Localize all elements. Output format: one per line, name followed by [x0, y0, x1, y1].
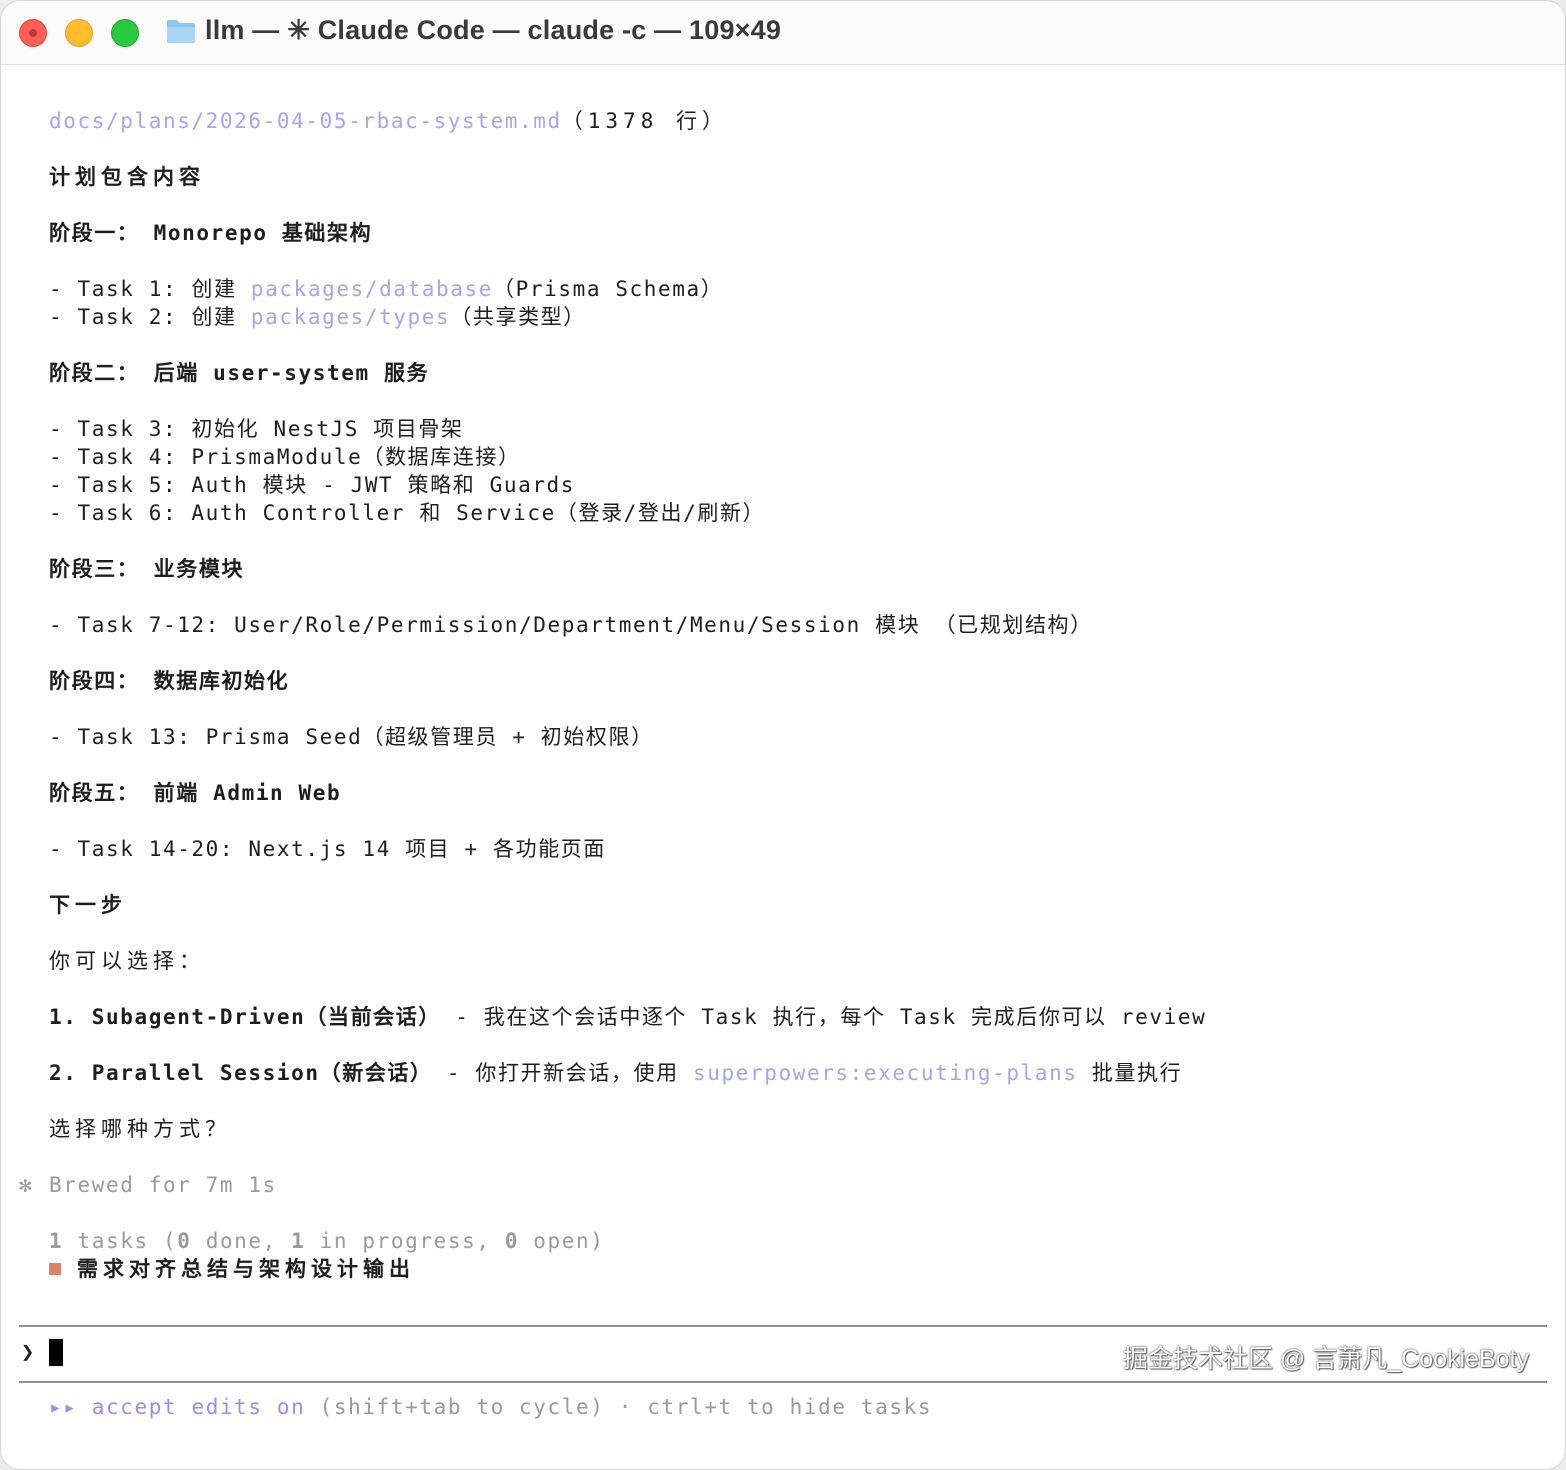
- option-2-label: 2. Parallel Session（新会话）: [49, 1061, 433, 1085]
- task-1-suffix: （Prisma Schema）: [493, 277, 724, 301]
- choose-text: 你可以选择：: [49, 949, 205, 973]
- task-1-path[interactable]: packages/database: [251, 277, 493, 301]
- title-bar[interactable]: llm — ✳ Claude Code — claude -c — 109×49: [1, 1, 1565, 65]
- task-4-line: - Task 4: PrismaModule（数据库连接）: [49, 445, 521, 469]
- option-2-skill-link[interactable]: superpowers:executing-plans: [693, 1061, 1078, 1085]
- phase1-heading: 阶段一： Monorepo 基础架构: [49, 221, 373, 245]
- task-3-line: - Task 3: 初始化 NestJS 项目骨架: [49, 417, 464, 441]
- terminal-window: llm — ✳ Claude Code — claude -c — 109×49…: [0, 0, 1566, 1470]
- input-bottom-divider: [19, 1381, 1547, 1383]
- question-text: 选择哪种方式？: [49, 1117, 231, 1141]
- watermark: 掘金技术社区 @ 言萧凡_CookieBoty: [1122, 1345, 1529, 1373]
- done-label: done,: [191, 1229, 292, 1253]
- current-task-item: 需求对齐总结与架构设计输出: [49, 1255, 415, 1283]
- current-task-label: 需求对齐总结与架构设计输出: [77, 1257, 415, 1281]
- progress-label: in progress,: [305, 1229, 505, 1253]
- phase5-heading: 阶段五： 前端 Admin Web: [49, 781, 342, 805]
- mode-hint: (shift+tab to cycle) · ctrl+t to hide ta…: [305, 1395, 933, 1419]
- file-line-count: （1378 行）: [561, 109, 728, 133]
- file-path-link[interactable]: docs/plans/2026-04-05-rbac-system.md: [49, 109, 562, 133]
- task-14-20-line: - Task 14-20: Next.js 14 项目 + 各功能页面: [49, 837, 607, 861]
- file-line: docs/plans/2026-04-05-rbac-system.md（137…: [49, 107, 728, 135]
- task-6-line: - Task 6: Auth Controller 和 Service（登录/登…: [49, 501, 766, 525]
- open-label: open): [519, 1229, 605, 1253]
- task-1-text: - Task 1: 创建: [49, 277, 251, 301]
- close-button[interactable]: [19, 19, 47, 47]
- option-1-line: 1. Subagent-Driven（当前会话） - 我在这个会话中逐个 Tas…: [49, 1003, 1206, 1031]
- option-2-description: - 你打开新会话，使用: [432, 1061, 693, 1085]
- window-title: llm — ✳ Claude Code — claude -c — 109×49: [205, 15, 782, 45]
- spinner-icon: ✻: [19, 1173, 32, 1197]
- option-2-line: 2. Parallel Session（新会话） - 你打开新会话，使用 sup…: [49, 1059, 1182, 1087]
- prompt-caret-icon: ❯: [21, 1340, 35, 1365]
- brewed-status: Brewed for 7m 1s: [49, 1173, 277, 1197]
- open-count: 0: [504, 1229, 520, 1253]
- mode-status[interactable]: ▸▸ accept edits on (shift+tab to cycle) …: [49, 1395, 932, 1419]
- phase3-heading: 阶段三： 业务模块: [49, 557, 245, 581]
- tasks-count: 1: [49, 1229, 64, 1253]
- mode-label: accept edits on: [91, 1395, 306, 1419]
- option-2-end: 批量执行: [1077, 1061, 1183, 1085]
- phase4-heading: 阶段四： 数据库初始化: [49, 669, 290, 693]
- text-cursor[interactable]: [49, 1339, 63, 1366]
- next-step-heading: 下一步: [49, 893, 127, 917]
- progress-count: 1: [291, 1229, 306, 1253]
- in-progress-square-icon: [49, 1263, 61, 1275]
- fast-forward-icon: ▸▸: [49, 1395, 78, 1419]
- terminal-output: docs/plans/2026-04-05-rbac-system.md（137…: [1, 65, 1565, 1469]
- folder-icon: [167, 20, 195, 43]
- option-1-description: - 我在这个会话中逐个 Task 执行，每个 Task 完成后你可以 revie…: [440, 1005, 1207, 1029]
- task-5-line: - Task 5: Auth 模块 - JWT 策略和 Guards: [49, 473, 576, 497]
- done-count: 0: [177, 1229, 192, 1253]
- task-2-path[interactable]: packages/types: [251, 305, 450, 329]
- task-1-line: - Task 1: 创建 packages/database（Prisma Sc…: [49, 275, 723, 303]
- plan-heading: 计划包含内容: [49, 165, 205, 189]
- input-top-divider: [19, 1325, 1547, 1327]
- task-2-suffix: （共享类型）: [450, 305, 586, 329]
- tasks-label: tasks (: [63, 1229, 178, 1253]
- option-1-label: 1. Subagent-Driven（当前会话）: [49, 1005, 441, 1029]
- minimize-button[interactable]: [65, 19, 93, 47]
- task-7-12-line: - Task 7-12: User/Role/Permission/Depart…: [49, 613, 1093, 637]
- tasks-summary: 1 tasks (0 done, 1 in progress, 0 open): [49, 1227, 605, 1255]
- task-13-line: - Task 13: Prisma Seed（超级管理员 + 初始权限）: [49, 725, 654, 749]
- zoom-button[interactable]: [111, 19, 139, 47]
- task-2-text: - Task 2: 创建: [49, 305, 251, 329]
- task-2-line: - Task 2: 创建 packages/types（共享类型）: [49, 303, 586, 331]
- phase2-heading: 阶段二： 后端 user-system 服务: [49, 361, 430, 385]
